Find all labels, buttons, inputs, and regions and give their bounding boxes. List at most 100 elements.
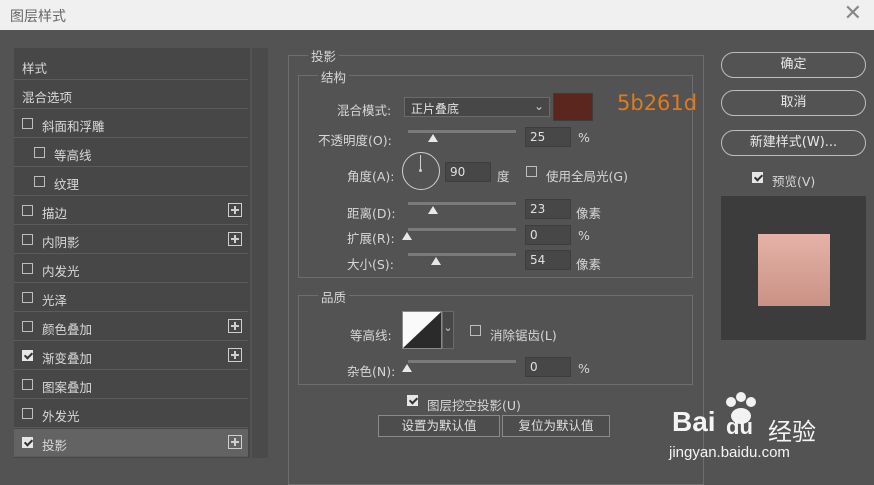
contour-preview[interactable] (402, 311, 442, 349)
sidebar-item-satin[interactable]: 光泽 (14, 284, 248, 312)
distance-input[interactable]: 23 (525, 199, 571, 219)
watermark-brand: Bai (672, 406, 716, 437)
spread-label: 扩展(R): (347, 231, 395, 246)
add-gradient-overlay-icon[interactable] (228, 348, 242, 362)
sidebar-item-color-overlay[interactable]: 颜色叠加 (14, 313, 248, 341)
stroke-checkbox[interactable] (22, 205, 33, 216)
opacity-slider-track[interactable] (408, 130, 516, 133)
window-title: 图层样式 (10, 9, 66, 25)
new-style-button[interactable]: 新建样式(W)... (721, 130, 866, 156)
sidebar-item-label: 等高线 (54, 148, 92, 163)
sidebar-item-label: 内阴影 (42, 235, 80, 250)
noise-slider-handle[interactable] (402, 364, 412, 372)
quality-title: 品质 (318, 287, 350, 306)
knockout-checkbox[interactable] (407, 395, 418, 406)
pattern-overlay-checkbox[interactable] (22, 379, 33, 390)
add-color-overlay-icon[interactable] (228, 319, 242, 333)
distance-slider-track[interactable] (408, 202, 516, 205)
sidebar-item-label: 图案叠加 (42, 380, 93, 395)
blend-mode-select[interactable]: 正片叠底 ⌄ (404, 97, 550, 117)
opacity-slider-handle[interactable] (428, 134, 438, 142)
set-default-button[interactable]: 设置为默认值 (378, 415, 500, 437)
blend-mode-label: 混合模式: (337, 103, 392, 118)
sidebar-item-label: 光泽 (42, 293, 68, 308)
noise-input[interactable]: 0 (525, 357, 571, 377)
inner-glow-checkbox[interactable] (22, 263, 33, 274)
angle-label: 角度(A): (347, 169, 395, 184)
sidebar-item-pattern-overlay[interactable]: 图案叠加 (14, 371, 248, 399)
spread-input[interactable]: 0 (525, 225, 571, 245)
inner-shadow-checkbox[interactable] (22, 234, 33, 245)
sidebar-item-drop-shadow[interactable]: 投影 (14, 429, 248, 457)
preview-checkbox[interactable] (752, 172, 763, 183)
add-inner-shadow-icon[interactable] (228, 232, 242, 246)
sidebar-item-stroke[interactable]: 描边 (14, 197, 248, 225)
noise-slider-track[interactable] (408, 360, 516, 363)
contour-curve-icon (403, 312, 441, 348)
style-list-scrollbar[interactable] (252, 48, 268, 458)
close-icon[interactable]: ✕ (844, 2, 862, 26)
size-slider-track[interactable] (408, 253, 516, 256)
ok-button[interactable]: 确定 (721, 52, 866, 78)
sidebar-item-inner-glow[interactable]: 内发光 (14, 255, 248, 283)
opacity-label: 不透明度(O): (318, 133, 392, 148)
color-overlay-checkbox[interactable] (22, 321, 33, 332)
spread-slider-track[interactable] (408, 228, 516, 231)
spread-unit: % (578, 228, 590, 243)
noise-label: 杂色(N): (347, 364, 396, 379)
contour-dropdown-chevron-icon[interactable]: ⌄ (442, 311, 454, 349)
size-input[interactable]: 54 (525, 250, 571, 270)
texture-checkbox[interactable] (34, 176, 45, 187)
size-unit: 像素 (576, 257, 602, 272)
opacity-unit: % (578, 130, 590, 145)
watermark-brand-2: 经验 (768, 418, 816, 446)
angle-input[interactable]: 90 (445, 162, 491, 182)
drop-shadow-checkbox[interactable] (22, 437, 33, 448)
distance-slider-handle[interactable] (428, 206, 438, 214)
antialias-checkbox[interactable] (470, 325, 481, 336)
preview-panel (721, 196, 866, 340)
add-stroke-icon[interactable] (228, 203, 242, 217)
title-bar: 图层样式 ✕ (0, 0, 874, 30)
knockout-label: 图层挖空投影(U) (427, 398, 521, 413)
sidebar-item-label: 颜色叠加 (42, 322, 93, 337)
sidebar-item-texture[interactable]: 纹理 (14, 168, 248, 196)
global-light-checkbox[interactable] (526, 166, 537, 177)
watermark-url: jingyan.baidu.com (669, 444, 790, 461)
size-label: 大小(S): (347, 257, 394, 272)
sidebar-item-outer-glow[interactable]: 外发光 (14, 400, 248, 428)
add-drop-shadow-icon[interactable] (228, 435, 242, 449)
gradient-overlay-checkbox[interactable] (22, 350, 33, 361)
cancel-button[interactable]: 取消 (721, 90, 866, 116)
sidebar-item-label: 斜面和浮雕 (42, 119, 105, 134)
bevel-emboss-checkbox[interactable] (22, 118, 33, 129)
contour-label: 等高线: (350, 328, 392, 343)
preview-swatch (758, 234, 830, 306)
sidebar-item-label: 内发光 (42, 264, 80, 279)
sidebar-item-inner-shadow[interactable]: 内阴影 (14, 226, 248, 254)
reset-default-button[interactable]: 复位为默认值 (502, 415, 610, 437)
satin-checkbox[interactable] (22, 292, 33, 303)
sidebar-item-bevel-emboss[interactable]: 斜面和浮雕 (14, 110, 248, 138)
baidu-jingyan-watermark: Bai du 经验 jingyan.baidu.com (669, 392, 872, 462)
section-title: 投影 (308, 46, 340, 65)
sidebar-item-label: 投影 (42, 438, 68, 453)
angle-unit: 度 (497, 169, 510, 184)
sidebar-item-blending-options[interactable]: 混合选项 (14, 81, 248, 109)
color-hex-annotation: 5b261d (617, 91, 698, 115)
shadow-color-swatch[interactable] (553, 93, 593, 121)
outer-glow-checkbox[interactable] (22, 408, 33, 419)
sidebar-item-styles[interactable]: 样式 (14, 52, 248, 80)
distance-label: 距离(D): (347, 206, 396, 221)
noise-unit: % (578, 361, 590, 376)
structure-title: 结构 (318, 67, 350, 86)
spread-slider-handle[interactable] (402, 232, 412, 240)
contour-checkbox[interactable] (34, 147, 45, 158)
size-slider-handle[interactable] (431, 257, 441, 265)
sidebar-item-contour[interactable]: 等高线 (14, 139, 248, 167)
sidebar-item-label: 外发光 (42, 409, 80, 424)
sidebar-item-gradient-overlay[interactable]: 渐变叠加 (14, 342, 248, 370)
sidebar-item-label: 纹理 (54, 177, 80, 192)
angle-dial[interactable] (402, 152, 440, 190)
opacity-input[interactable]: 25 (525, 127, 571, 147)
